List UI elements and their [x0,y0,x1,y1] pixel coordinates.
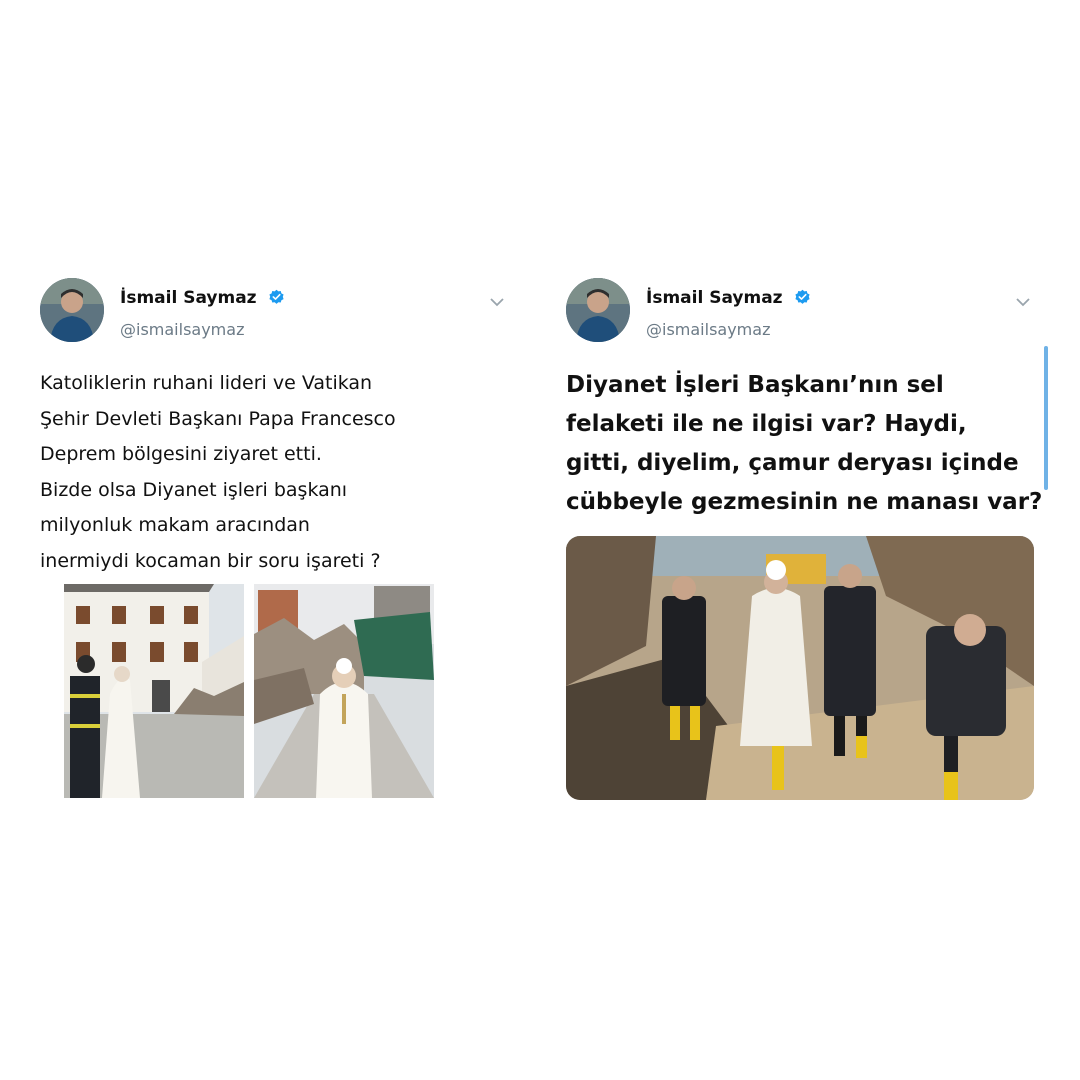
avatar[interactable] [40,278,104,342]
photo-pope-in-rubble-street[interactable] [254,584,434,798]
tweet-text-line: felaketi ile ne ilgisi var? Haydi, [566,411,967,437]
tweet-text-line: Deprem bölgesini ziyaret etti. [40,443,322,465]
author-name[interactable]: İsmail Saymaz [120,288,285,311]
author-name[interactable]: İsmail Saymaz [646,288,811,311]
tweet-header: İsmail Saymaz @ismailsaymaz [566,278,1046,346]
photo-pope-with-firefighter[interactable] [64,584,244,798]
chevron-down-icon[interactable] [1016,292,1030,311]
tweet-text-line: Diyanet İşleri Başkanı’nın sel [566,372,944,398]
tweet-text-line: milyonluk makam aracından [40,514,310,536]
tweet-text: Katoliklerin ruhani lideri ve Vatikan Şe… [40,366,480,579]
photo-officials-walking-in-mud[interactable] [566,536,1034,800]
tweet-text-line: gitti, diyelim, çamur deryası içinde [566,450,1019,476]
tweet-text-line: Bizde olsa Diyanet işleri başkanı [40,478,348,501]
scrollbar[interactable] [1044,346,1048,490]
tweet-card: İsmail Saymaz @ismailsaymaz Katoliklerin… [40,278,520,579]
tweet-card: İsmail Saymaz @ismailsaymaz Diyanet İşle… [566,278,1046,522]
tweet-text-line: Katoliklerin ruhani lideri ve Vatikan [40,372,373,394]
author-handle[interactable]: @ismailsaymaz [646,320,770,339]
verified-badge-icon [268,289,285,311]
tweet-text: Diyanet İşleri Başkanı’nın sel felaketi … [566,366,1043,522]
chevron-down-icon[interactable] [490,292,504,311]
tweet-text-line: cübbeyle gezmesinin ne manası var? [566,489,1043,515]
author-handle[interactable]: @ismailsaymaz [120,320,244,339]
tweet-header: İsmail Saymaz @ismailsaymaz [40,278,520,346]
verified-badge-icon [794,289,811,311]
avatar[interactable] [566,278,630,342]
tweet-text-line: Şehir Devleti Başkanı Papa Francesco [40,407,396,430]
tweet-text-line: inermiydi kocaman bir soru işareti ? [40,549,381,572]
